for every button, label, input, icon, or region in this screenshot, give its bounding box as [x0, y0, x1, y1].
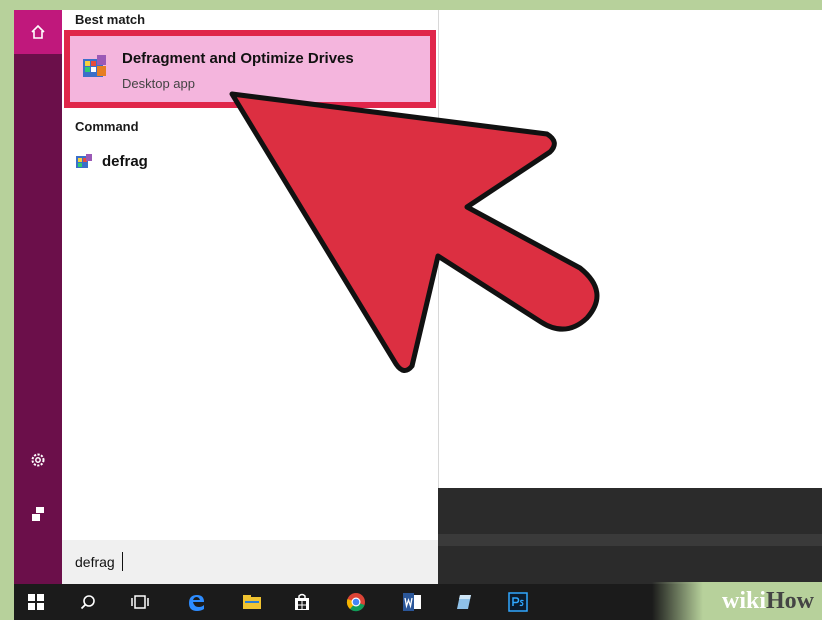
store-bag-icon: [295, 593, 309, 610]
task-view-icon: [131, 595, 149, 609]
photoshop-button[interactable]: [496, 584, 540, 620]
photoshop-icon: [508, 592, 528, 612]
windows-logo-icon: [28, 594, 44, 610]
chrome-icon: [346, 593, 365, 612]
word-icon: [403, 593, 421, 611]
folder-icon: [243, 595, 261, 609]
wikihow-watermark: wikiHow: [652, 582, 822, 620]
notepad-button[interactable]: [442, 584, 486, 620]
notepad-icon: [457, 595, 471, 609]
start-button[interactable]: [14, 584, 58, 620]
chrome-button[interactable]: [334, 584, 378, 620]
file-explorer-button[interactable]: [230, 584, 274, 620]
edge-icon: [189, 595, 204, 611]
red-arrow-annotation: [229, 91, 600, 373]
edge-button[interactable]: [174, 584, 218, 620]
taskbar-search-button[interactable]: [66, 584, 110, 620]
task-view-button[interactable]: [118, 584, 162, 620]
word-button[interactable]: [390, 584, 434, 620]
screenshot-frame: Best match Defragment and Optimize Drive…: [14, 10, 822, 620]
watermark-text: wikiHow: [721, 588, 814, 614]
store-button[interactable]: [280, 584, 324, 620]
search-icon: [80, 595, 95, 610]
